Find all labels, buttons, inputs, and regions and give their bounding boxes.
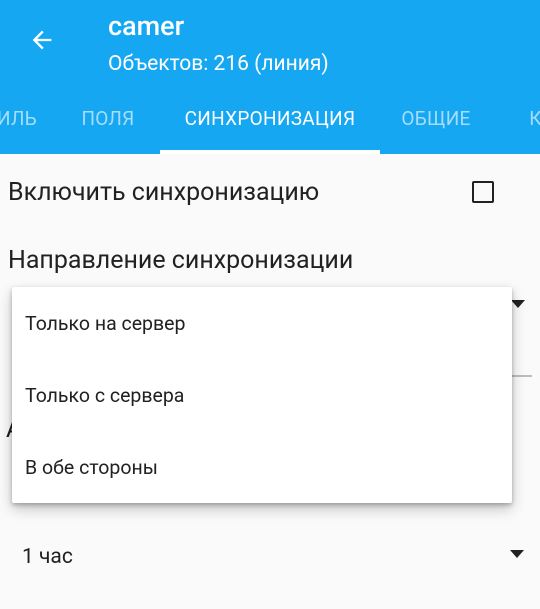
direction-dropdown-menu: Только на сервер Только с сервера В обе …	[12, 287, 512, 503]
app-subtitle: Объектов: 216 (линия)	[108, 52, 329, 76]
tab-general[interactable]: ОБЩИЕ	[384, 82, 488, 154]
sync-interval-spinner[interactable]: 1 час	[22, 543, 73, 571]
option-both-directions[interactable]: В обе стороны	[12, 431, 512, 503]
direction-dropdown-arrow-icon[interactable]	[511, 300, 525, 308]
tab-partial-left[interactable]: ИЛЬ	[0, 82, 48, 154]
enable-sync-checkbox[interactable]	[472, 181, 494, 203]
option-to-server[interactable]: Только на сервер	[12, 287, 512, 359]
option-from-server[interactable]: Только с сервера	[12, 359, 512, 431]
tab-strip: ИЛЬ ПОЛЯ СИНХРОНИЗАЦИЯ ОБЩИЕ КЭ	[0, 82, 540, 154]
tab-indicator	[160, 150, 380, 154]
app-bar: camer Объектов: 216 (линия)	[0, 0, 540, 82]
tab-partial-right[interactable]: КЭ	[512, 82, 540, 154]
arrow-back-icon	[32, 30, 52, 50]
app-title: camer	[108, 10, 185, 42]
back-button[interactable]	[18, 20, 66, 60]
sync-direction-label: Направление синхронизации	[8, 246, 354, 275]
tab-fields[interactable]: ПОЛЯ	[60, 82, 156, 154]
enable-sync-label: Включить синхронизацию	[8, 178, 320, 207]
tab-sync[interactable]: СИНХРОНИЗАЦИЯ	[160, 82, 380, 154]
interval-dropdown-arrow-icon[interactable]	[510, 550, 524, 558]
